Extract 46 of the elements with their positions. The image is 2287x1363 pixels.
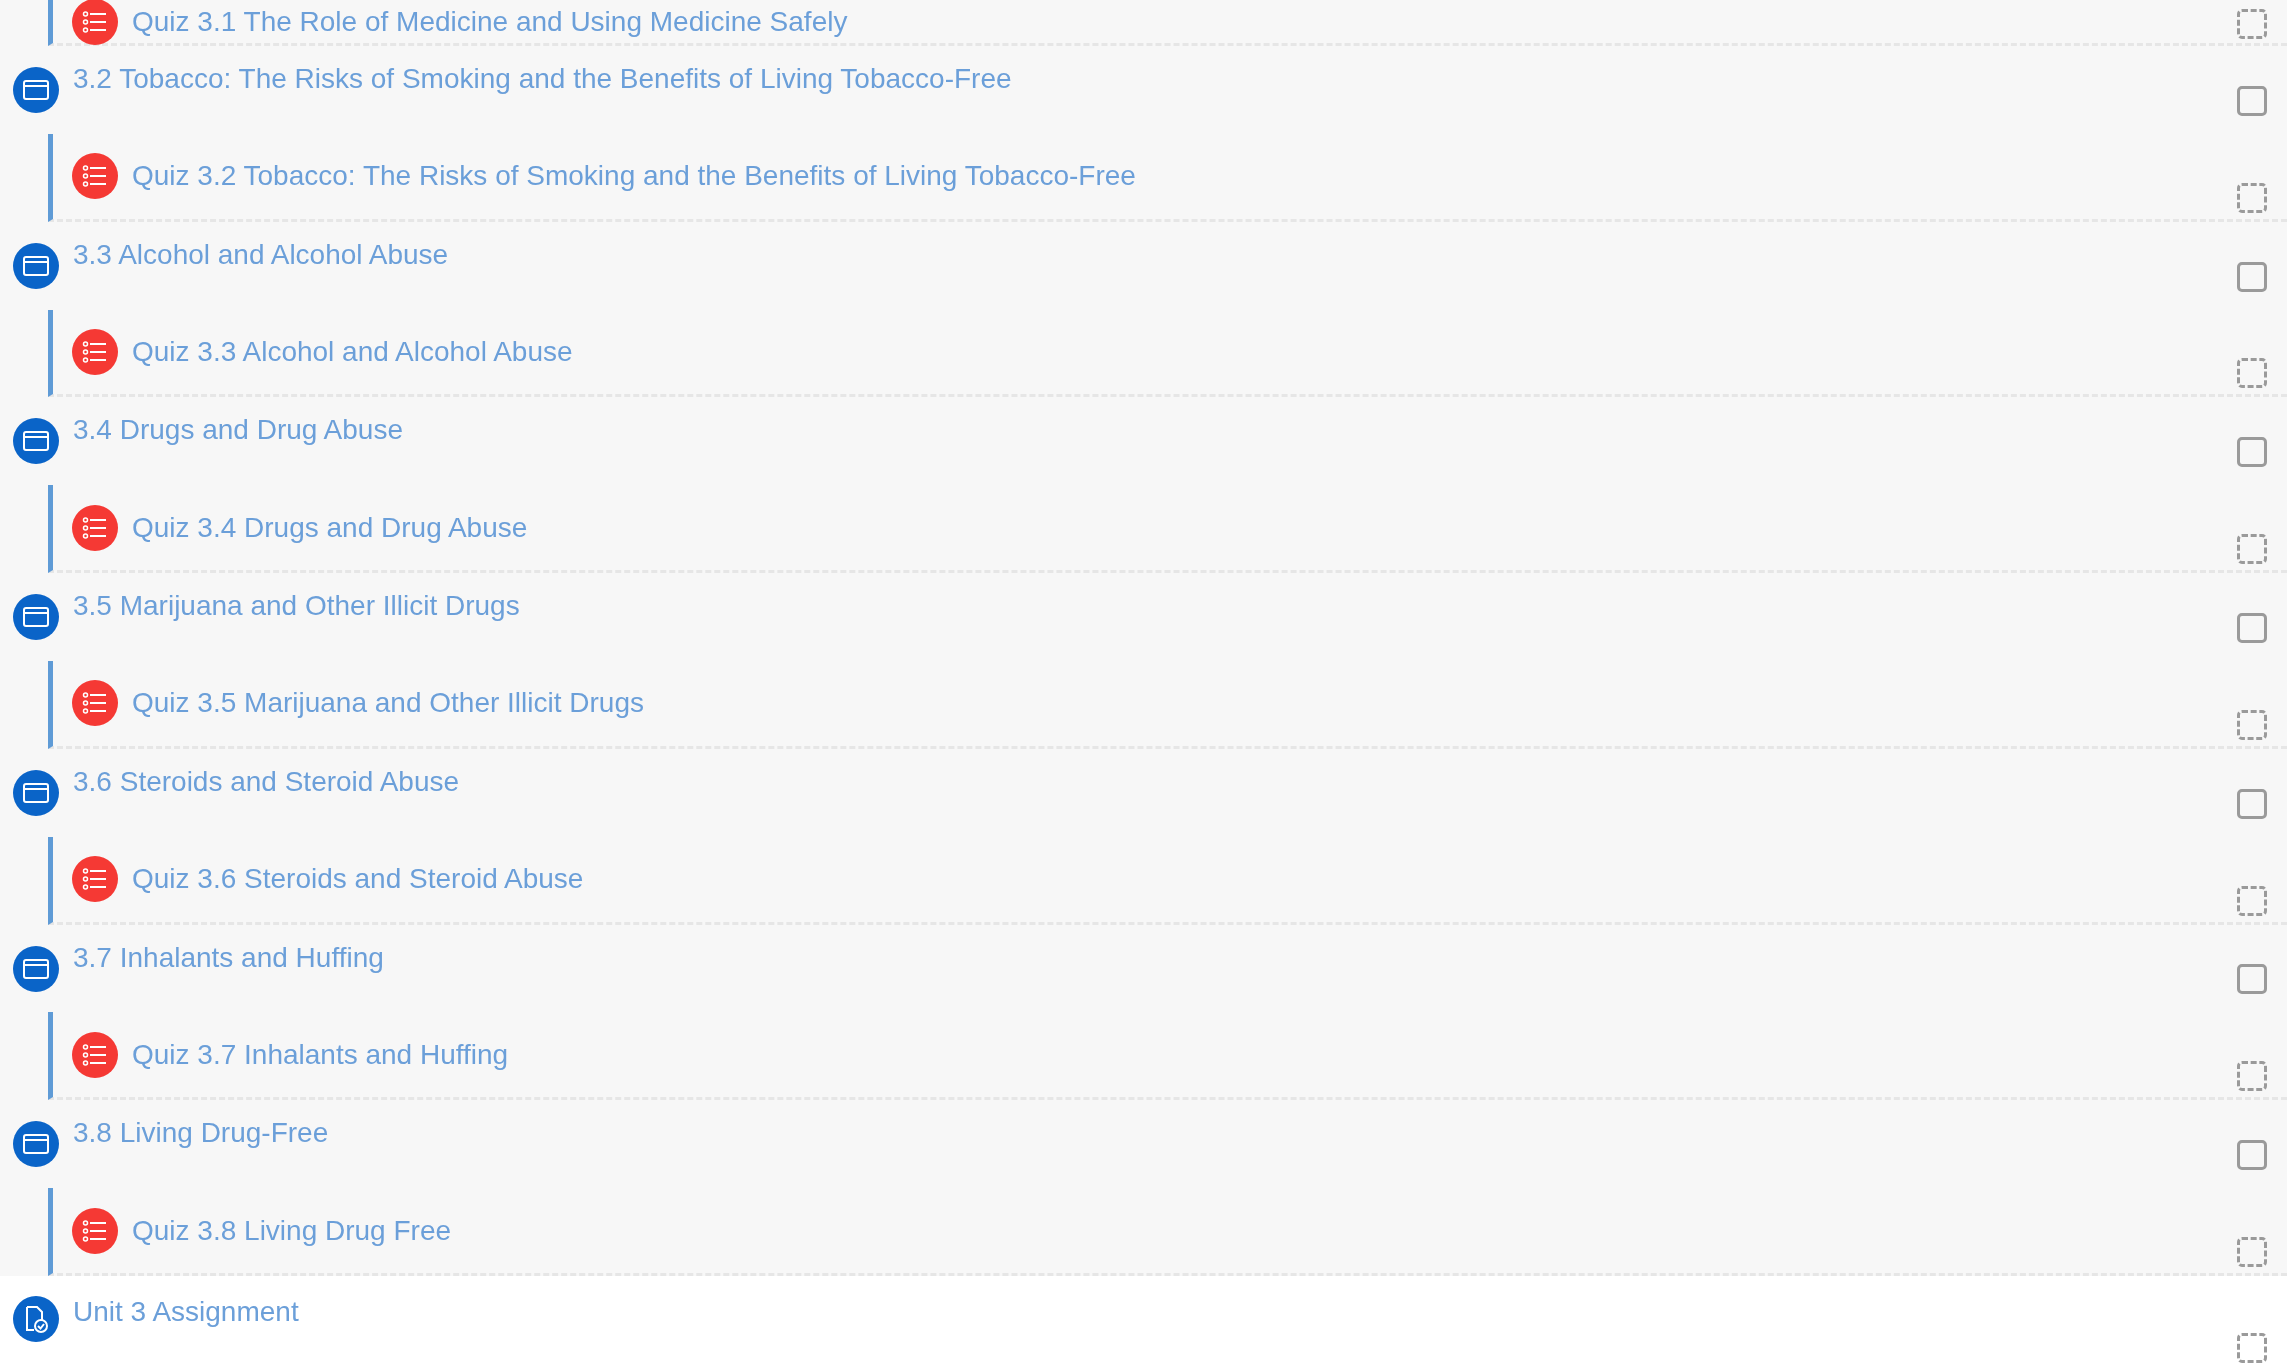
quiz-link[interactable]: Quiz 3.6 Steroids and Steroid Abuse [132, 863, 2237, 896]
completion-checkbox[interactable] [2237, 182, 2267, 213]
page-icon [13, 242, 59, 289]
completion-checkbox[interactable] [2237, 885, 2267, 916]
page-icon [13, 945, 59, 992]
quiz-link[interactable]: Quiz 3.4 Drugs and Drug Abuse [132, 511, 2237, 544]
completion-checkbox[interactable] [2237, 534, 2267, 565]
page-icon [13, 66, 59, 113]
list-icon [72, 680, 118, 727]
completion-checkbox[interactable] [2237, 437, 2267, 468]
page-icon [13, 1121, 59, 1168]
completion-checkbox[interactable] [2237, 1061, 2267, 1092]
lesson-link[interactable]: 3.6 Steroids and Steroid Abuse [73, 765, 2237, 820]
page-icon [13, 769, 59, 816]
quiz-link[interactable]: Quiz 3.7 Inhalants and Huffing [132, 1038, 2237, 1071]
completion-checkbox[interactable] [2237, 709, 2267, 740]
completion-checkbox[interactable] [2237, 9, 2267, 39]
document-check-icon [13, 1296, 59, 1343]
page-icon [13, 418, 59, 465]
completion-checkbox[interactable] [2237, 1237, 2267, 1268]
lesson-link[interactable]: 3.2 Tobacco: The Risks of Smoking and the Benefits of Living Tobacco-Free [73, 62, 2237, 117]
quiz-link[interactable]: Quiz 3.5 Marijuana and Other Illicit Drugs [132, 687, 2237, 720]
list-icon [72, 1207, 118, 1254]
page-icon [13, 594, 59, 641]
completion-checkbox[interactable] [2237, 261, 2267, 292]
completion-checkbox[interactable] [2237, 358, 2267, 389]
lesson-link[interactable]: 3.5 Marijuana and Other Illicit Drugs [73, 590, 2237, 645]
completion-checkbox[interactable] [2237, 1332, 2267, 1363]
completion-checkbox[interactable] [2237, 788, 2267, 819]
quiz-link[interactable]: Quiz 3.1 The Role of Medicine and Using Medicine Safely [132, 5, 2237, 38]
quiz-link[interactable]: Quiz 3.3 Alcohol and Alcohol Abuse [132, 336, 2237, 368]
completion-checkbox[interactable] [2237, 964, 2267, 995]
quiz-link[interactable]: Quiz 3.8 Living Drug Free [132, 1214, 2237, 1247]
lesson-link[interactable]: 3.3 Alcohol and Alcohol Abuse [73, 238, 2237, 293]
list-icon [72, 1031, 118, 1078]
list-icon [72, 856, 118, 903]
completion-checkbox[interactable] [2237, 613, 2267, 643]
lesson-link[interactable]: 3.7 Inhalants and Huffing [73, 941, 2237, 996]
list-icon [72, 504, 118, 551]
completion-checkbox[interactable] [2237, 85, 2267, 116]
list-icon [72, 329, 118, 375]
quiz-link[interactable]: Quiz 3.2 Tobacco: The Risks of Smoking and the Benefits of Living Tobacco-Free [132, 160, 2237, 193]
completion-checkbox[interactable] [2237, 1140, 2267, 1171]
list-icon [72, 153, 118, 200]
lesson-link[interactable]: 3.4 Drugs and Drug Abuse [73, 414, 2237, 469]
lesson-link[interactable]: 3.8 Living Drug-Free [73, 1117, 2237, 1172]
